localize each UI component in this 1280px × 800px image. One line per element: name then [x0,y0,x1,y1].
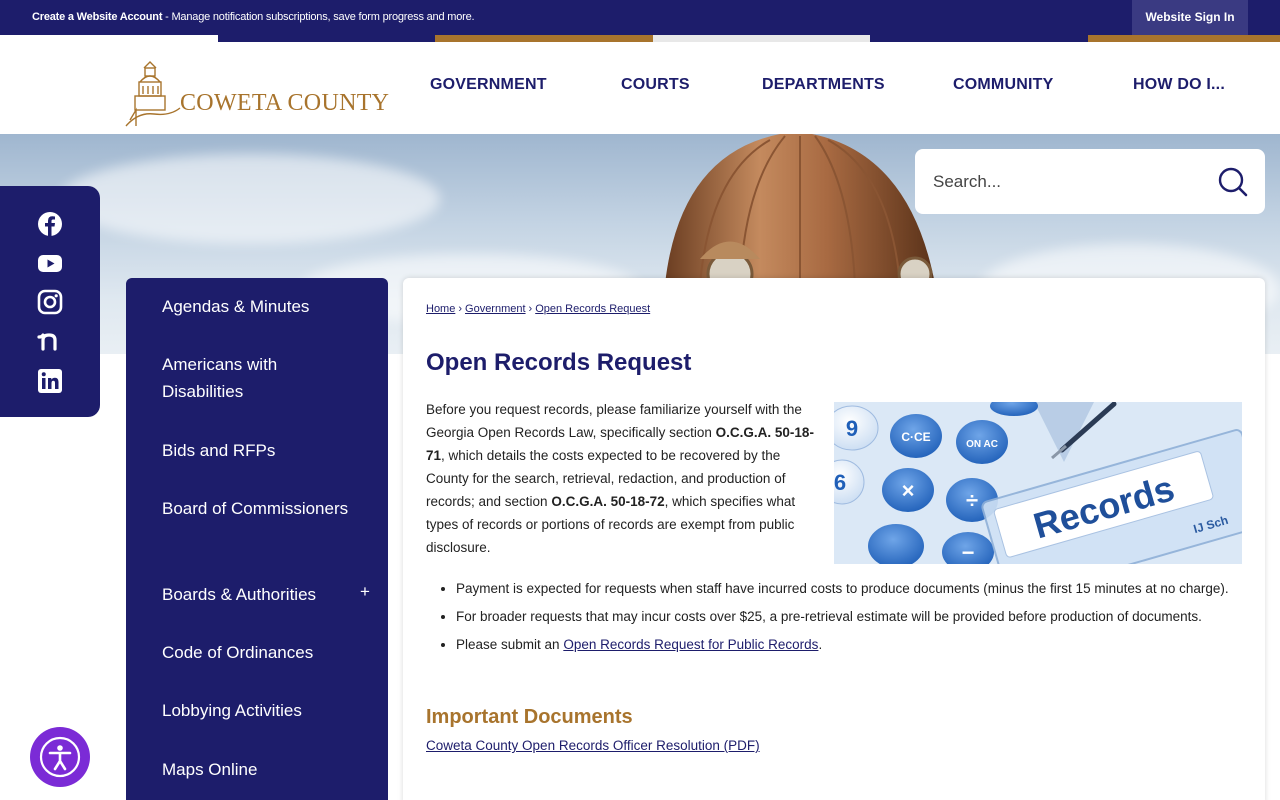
key-minus: − [962,540,975,564]
coweta-county-logo[interactable]: COWETA COUNTY [124,60,389,130]
nav-departments[interactable]: DEPARTMENTS [762,76,885,94]
key-multiply: × [902,478,915,503]
key-9: 9 [846,416,858,441]
nav-community[interactable]: COMMUNITY [953,76,1053,94]
sidebar-item-bids-rfps[interactable]: Bids and RFPs [162,437,362,464]
intro-paragraph: Before you request records, please famil… [426,402,814,555]
instagram-link[interactable] [37,289,63,315]
sidebar-item-agendas-minutes[interactable]: Agendas & Minutes [162,293,362,320]
requirements-list: Payment is expected for requests when st… [456,577,1246,661]
accessibility-button[interactable] [30,727,90,787]
breadcrumb-home[interactable]: Home [426,303,455,315]
facebook-icon [38,212,62,236]
list-item: For broader requests that may incur cost… [456,605,1246,628]
list-item: Please submit an Open Records Request fo… [456,633,1246,656]
breadcrumb-separator: › [528,303,533,315]
sidebar-item-board-of-commissioners[interactable]: Board of Commissioners [162,495,362,522]
color-stripes [0,35,1280,42]
accessibility-icon [39,736,81,778]
search-button[interactable] [1213,163,1253,201]
website-sign-in-button[interactable]: Website Sign In [1132,0,1248,35]
nextdoor-icon [37,333,57,351]
logo-text: COWETA COUNTY [180,90,390,116]
search-input[interactable] [933,167,1203,197]
open-records-request-link[interactable]: Open Records Request for Public Records [563,637,818,652]
linkedin-link[interactable] [37,368,63,394]
courthouse-logo-icon [125,61,181,127]
sidebar-item-americans-with-disabilities[interactable]: Americans with Disabilities [162,351,362,405]
key-onac: ON AC [966,439,998,450]
youtube-icon [38,255,62,272]
top-bar: Create a Website Account - Manage notifi… [0,0,1280,35]
search-icon [1218,167,1248,197]
account-message[interactable]: Create a Website Account - Manage notifi… [32,11,475,23]
list-item: Payment is expected for requests when st… [456,577,1246,600]
breadcrumb-separator: › [458,303,463,315]
sidebar-item-boards-authorities[interactable]: Boards & Authorities [162,581,362,608]
sidebar-item-maps-online[interactable]: Maps Online [162,756,362,783]
officer-resolution-pdf-link[interactable]: Coweta County Open Records Officer Resol… [426,738,760,753]
site-header: COWETA COUNTY GOVERNMENT COURTS DEPARTME… [0,42,1280,134]
breadcrumb-open-records-request[interactable]: Open Records Request [535,303,650,315]
youtube-link[interactable] [37,250,63,276]
nav-courts[interactable]: COURTS [621,76,690,94]
linkedin-icon [38,369,62,393]
expand-boards-authorities-button[interactable]: + [360,582,370,602]
sidebar-item-lobbying-activities[interactable]: Lobbying Activities [162,697,362,724]
nav-how-do-i[interactable]: HOW DO I... [1133,76,1225,94]
instagram-icon [37,289,63,315]
breadcrumb: Home › Government › Open Records Request [426,303,650,315]
sidebar-item-code-of-ordinances[interactable]: Code of Ordinances [162,639,362,666]
breadcrumb-government[interactable]: Government [465,303,526,315]
key-divide: ÷ [966,488,978,513]
sidebar-nav: Agendas & Minutes Americans with Disabil… [126,278,388,800]
search-box [915,149,1265,214]
nav-government[interactable]: GOVERNMENT [430,76,547,94]
key-cce: C·CE [901,430,930,444]
important-documents-heading: Important Documents [426,706,633,728]
social-links [0,186,100,417]
main-content: Home › Government › Open Records Request Ope… [403,278,1265,800]
nextdoor-link[interactable] [37,328,63,354]
key-6: 6 [834,470,846,495]
page-title: Open Records Request [426,349,692,376]
facebook-link[interactable] [37,211,63,237]
records-calculator-image: 9 C·CE ON AC 6 × ÷ − Records IJ Sch [834,402,1242,564]
